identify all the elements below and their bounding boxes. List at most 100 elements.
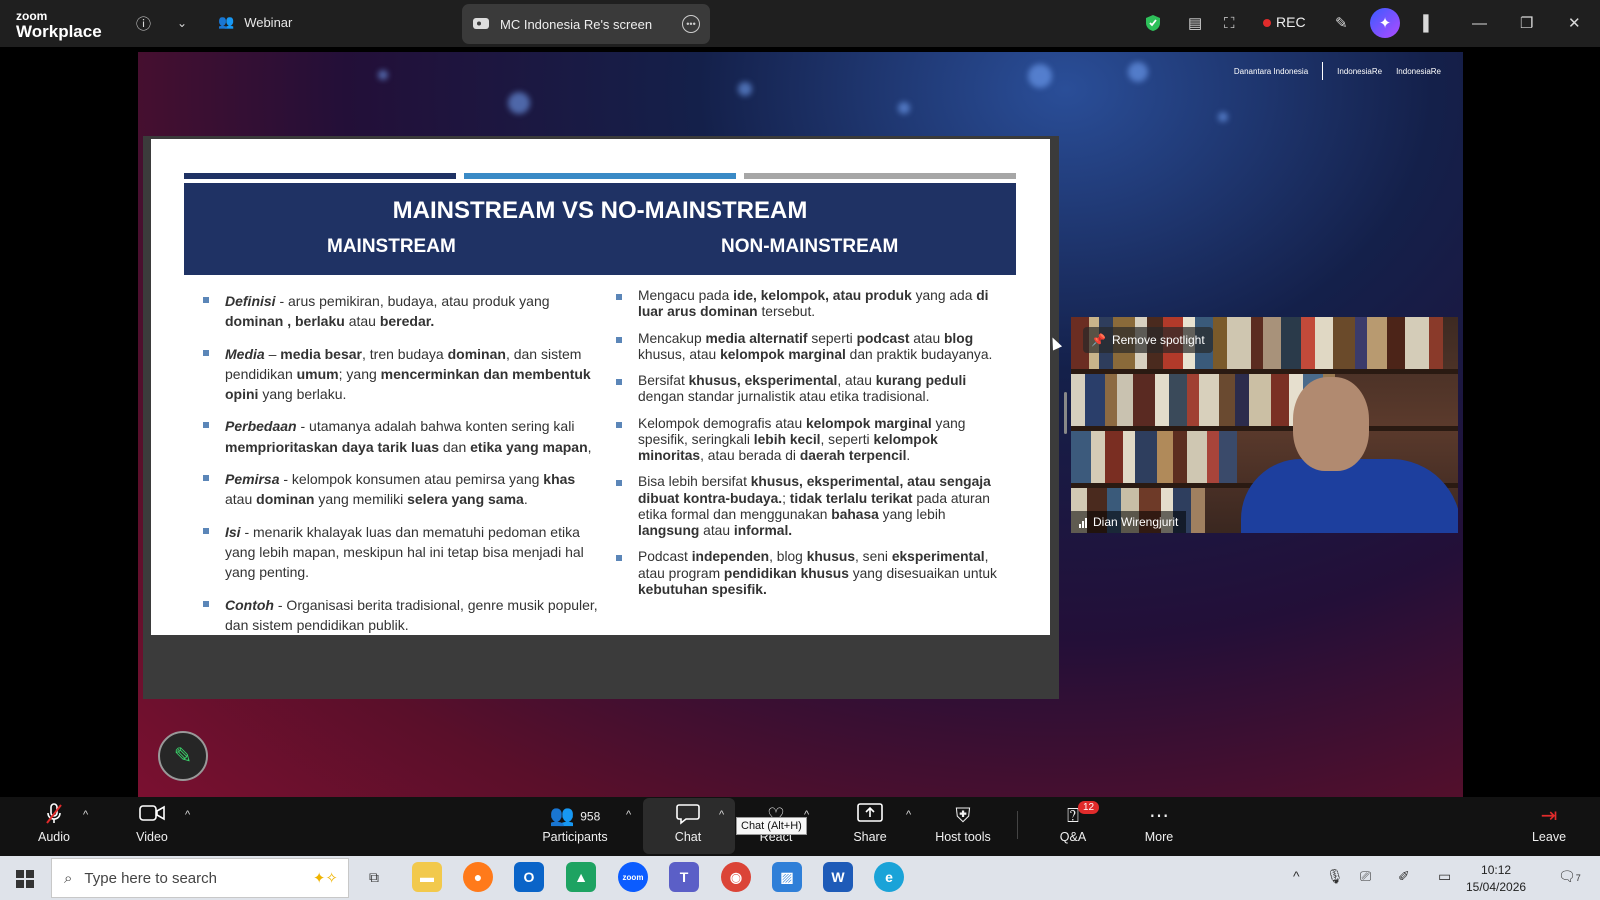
list-item: Kelompok demografis atau kelompok margin… — [616, 416, 1001, 465]
meeting-stage: Danantara Indonesia IndonesiaRe Indonesi… — [0, 47, 1600, 797]
taskbar-search-box[interactable]: ⌕ Type here to search ✦✧ — [51, 858, 349, 898]
zoom-workplace-logo: zoom Workplace — [16, 9, 102, 41]
restore-icon[interactable]: ❐ — [1520, 10, 1533, 36]
participants-caret-icon[interactable]: ^ — [626, 809, 631, 821]
pencil-icon: ✎ — [173, 743, 193, 768]
presentation-window: MAINSTREAM VS NO-MAINSTREAM MAINSTREAM N… — [143, 136, 1059, 699]
pin-icon: 📌 — [1091, 333, 1106, 347]
pen-icon[interactable]: ✐ — [1398, 868, 1410, 885]
chevron-down-icon[interactable]: ⌄ — [177, 10, 187, 36]
outlook-icon[interactable]: O — [514, 862, 544, 892]
share-caret-icon[interactable]: ^ — [906, 809, 911, 821]
slide-color-bars — [184, 173, 1016, 179]
audio-button[interactable]: Audio — [34, 803, 74, 844]
resize-handle[interactable] — [1064, 392, 1067, 434]
task-view-icon[interactable]: ⧉ — [359, 862, 389, 892]
screen-capture-icon[interactable]: ⎚ — [1360, 868, 1371, 885]
record-dot-icon — [1263, 19, 1271, 27]
chat-tooltip: Chat (Alt+H) — [736, 817, 807, 835]
list-item: Definisi - arus pemikiran, budaya, atau … — [203, 291, 598, 332]
firefox-icon[interactable]: ● — [463, 862, 493, 892]
list-item: Contoh - Organisasi berita tradisional, … — [203, 595, 598, 636]
non-mainstream-header: NON-MAINSTREAM — [721, 236, 899, 257]
close-icon[interactable]: ✕ — [1568, 10, 1581, 36]
show-hidden-icons-icon[interactable]: ^ — [1293, 868, 1300, 884]
network-icon[interactable]: ▭ — [1438, 868, 1451, 885]
slide: MAINSTREAM VS NO-MAINSTREAM MAINSTREAM N… — [151, 139, 1050, 635]
toolbar-divider — [1017, 811, 1018, 839]
more-dots-icon: ⋯ — [1149, 805, 1169, 827]
screen-share-pill[interactable]: MC Indonesia Re's screen ••• — [462, 4, 710, 44]
microphone-muted-icon — [34, 803, 74, 829]
annotate-button[interactable]: ✎ — [158, 731, 208, 781]
sparkle-icon: ✦✧ — [312, 870, 338, 887]
remove-spotlight-button[interactable]: 📌 Remove spotlight — [1083, 327, 1213, 353]
list-item: Podcast independen, blog khusus, seni ek… — [616, 549, 1001, 598]
participants-icon: 👥 — [549, 805, 575, 827]
taskbar-clock[interactable]: 10:12 15/04/2026 — [1466, 862, 1526, 896]
video-options-caret-icon[interactable]: ^ — [185, 809, 190, 821]
signal-strength-icon — [1079, 517, 1087, 528]
edge-icon[interactable]: e — [874, 862, 904, 892]
more-options-icon[interactable]: ••• — [682, 15, 700, 33]
participant-name-tag: Dian Wirengjurit — [1071, 511, 1187, 533]
sponsor-logos: Danantara Indonesia IndonesiaRe Indonesi… — [1234, 62, 1441, 80]
side-panel-icon[interactable]: ▐ — [1418, 10, 1429, 36]
pencil-icon[interactable]: ✎ — [1335, 10, 1348, 36]
audio-options-caret-icon[interactable]: ^ — [83, 809, 88, 821]
slide-title: MAINSTREAM VS NO-MAINSTREAM — [392, 197, 808, 224]
microphone-icon[interactable]: 🎙 — [1326, 868, 1344, 885]
mainstream-list: Definisi - arus pemikiran, budaya, atau … — [203, 291, 598, 647]
list-item: Pemirsa - kelompok konsumen atau pemirsa… — [203, 469, 598, 510]
minimize-icon[interactable]: — — [1472, 10, 1487, 36]
meeting-toolbar: Audio ^ Video ^ 👥 958 Participants ^ Cha… — [0, 797, 1600, 856]
list-item: Mengacu pada ide, kelompok, atau produk … — [616, 288, 1001, 321]
participants-count: 958 — [580, 809, 601, 824]
google-drive-icon[interactable]: ▲ — [566, 862, 596, 892]
non-mainstream-list: Mengacu pada ide, kelompok, atau produk … — [616, 288, 1001, 608]
list-item: Media – media besar, tren budaya dominan… — [203, 344, 598, 405]
share-screen-icon — [850, 803, 890, 829]
photos-icon[interactable]: ▨ — [772, 862, 802, 892]
host-tools-button[interactable]: ⛨ Host tools — [930, 803, 996, 844]
participant-video — [1241, 377, 1458, 533]
share-button[interactable]: Share — [850, 803, 890, 844]
chat-button[interactable]: Chat — [668, 803, 708, 844]
top-bar: zoom Workplace ⓘ ⌄ 👥 Webinar MC Indonesi… — [0, 0, 1600, 47]
participants-button[interactable]: 👥 958 Participants — [540, 803, 610, 844]
info-icon[interactable]: ⓘ — [136, 10, 151, 36]
windows-start-icon[interactable] — [16, 870, 34, 888]
chat-caret-icon[interactable]: ^ — [719, 809, 724, 821]
word-icon[interactable]: W — [823, 862, 853, 892]
mainstream-header: MAINSTREAM — [327, 236, 456, 257]
share-screen-icon — [473, 18, 489, 29]
teams-icon[interactable]: T — [669, 862, 699, 892]
participants-icon: 👥 — [218, 14, 235, 29]
spotlight-video-tile[interactable]: 📌 Remove spotlight Dian Wirengjurit — [1071, 317, 1458, 533]
file-explorer-icon[interactable]: ▬ — [412, 862, 442, 892]
leave-door-icon: ⇥ — [1540, 805, 1558, 827]
captions-icon[interactable]: ▤ — [1188, 10, 1202, 36]
video-camera-icon — [132, 803, 172, 829]
list-item: Mencakup media alternatif seperti podcas… — [616, 331, 1001, 364]
video-button[interactable]: Video — [132, 803, 172, 844]
chrome-icon[interactable]: ◉ — [721, 862, 751, 892]
zoom-icon[interactable]: zoom — [618, 862, 648, 892]
shield-icon[interactable] — [1145, 10, 1161, 36]
focus-icon[interactable]: ⛶ — [1224, 10, 1235, 36]
slide-title-box: MAINSTREAM VS NO-MAINSTREAM MAINSTREAM N… — [184, 183, 1016, 275]
ai-companion-icon[interactable]: ✦ — [1370, 8, 1400, 38]
more-button[interactable]: ⋯ More — [1143, 803, 1175, 844]
shield-icon: ⛨ — [955, 805, 971, 827]
recording-indicator[interactable]: REC — [1263, 14, 1306, 30]
search-icon: ⌕ — [64, 869, 73, 887]
qa-badge: 12 — [1078, 801, 1100, 814]
webinar-label[interactable]: 👥 Webinar — [218, 14, 292, 30]
leave-button[interactable]: ⇥ Leave — [1530, 803, 1568, 844]
list-item: Isi - menarik khalayak luas dan mematuhi… — [203, 522, 598, 583]
list-item: Perbedaan - utamanya adalah bahwa konten… — [203, 416, 598, 457]
list-item: Bisa lebih bersifat khusus, eksperimenta… — [616, 474, 1001, 539]
windows-taskbar: ⌕ Type here to search ✦✧ ⧉ ▬ ● O ▲ zoom … — [0, 856, 1600, 900]
notifications-icon[interactable]: 🗨7 — [1558, 868, 1581, 885]
list-item: Bersifat khusus, eksperimental, atau kur… — [616, 373, 1001, 406]
